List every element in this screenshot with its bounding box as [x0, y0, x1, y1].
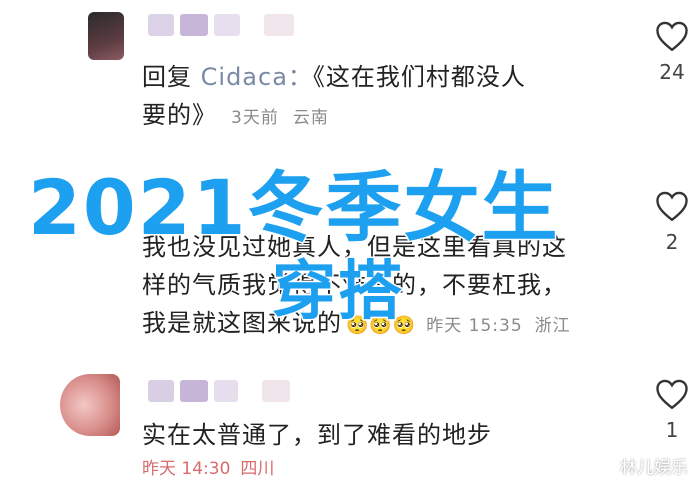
overlay-title: 2021冬季女生: [27, 162, 560, 254]
heart-outline-icon: [656, 191, 688, 222]
comment-location: 浙江: [534, 316, 571, 336]
like-count: 1: [665, 418, 679, 442]
avatar[interactable]: [88, 12, 124, 60]
like-count: 2: [665, 230, 679, 254]
comment-time: 昨天 14:30: [142, 459, 231, 479]
reply-prefix: 回复: [142, 63, 192, 91]
heart-outline-icon: [656, 21, 688, 52]
overlay-subtitle: 穿搭: [271, 254, 404, 331]
like-count: 24: [659, 60, 685, 84]
watermark: 林儿娱乐: [620, 458, 688, 478]
username-blurred[interactable]: [148, 380, 296, 406]
comment-location: 云南: [292, 108, 329, 128]
comment-time: 昨天 15:35: [426, 316, 523, 336]
like-button[interactable]: 2: [648, 190, 696, 254]
heart-outline-icon: [656, 379, 688, 410]
comment-body: 实在太普通了，到了难看的地步: [142, 421, 492, 449]
like-button[interactable]: 1: [648, 378, 696, 442]
comment-time: 3天前: [231, 108, 279, 128]
comment-location: 四川: [240, 459, 275, 479]
comment-body: 回复 Cidaca：《这在我们村都没人 要的》 3天前 云南: [142, 63, 526, 129]
avatar[interactable]: [60, 374, 120, 436]
like-button[interactable]: 24: [648, 20, 696, 84]
username-blurred[interactable]: [148, 14, 300, 40]
comment-meta: 昨天 14:30 四川: [142, 454, 274, 479]
reply-mention[interactable]: Cidaca：: [201, 63, 313, 91]
